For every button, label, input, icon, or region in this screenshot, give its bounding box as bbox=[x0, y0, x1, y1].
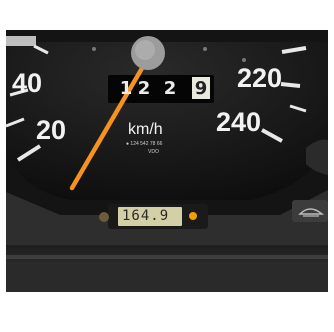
scale-label-40: 40 bbox=[12, 68, 43, 98]
odometer-digit: 2 bbox=[137, 78, 151, 99]
scale-label-220: 220 bbox=[237, 63, 283, 93]
trip-amber-lamp bbox=[189, 212, 197, 220]
part-number-label: ● 124 542 78 66 bbox=[126, 141, 163, 147]
odometer-digit: 1 bbox=[119, 78, 133, 99]
cropped-scale-label bbox=[6, 36, 36, 46]
unit-label: km/h bbox=[128, 121, 163, 138]
odometer-digit: 2 bbox=[163, 78, 177, 99]
trip-display-value: 164.9 bbox=[122, 208, 170, 224]
scale-label-20: 20 bbox=[36, 115, 67, 145]
washer-warning-panel bbox=[292, 200, 328, 222]
cluster-illustration bbox=[5, 30, 328, 292]
indicator-lamp-icon bbox=[99, 212, 109, 222]
instrument-cluster-photo: 40 20 220 240 1 2 2 9 km/h ● 124 542 78 … bbox=[0, 0, 334, 332]
scale-label-240: 240 bbox=[216, 107, 262, 137]
odometer-digit: 9 bbox=[194, 78, 208, 99]
maker-label: VDO bbox=[148, 149, 159, 155]
